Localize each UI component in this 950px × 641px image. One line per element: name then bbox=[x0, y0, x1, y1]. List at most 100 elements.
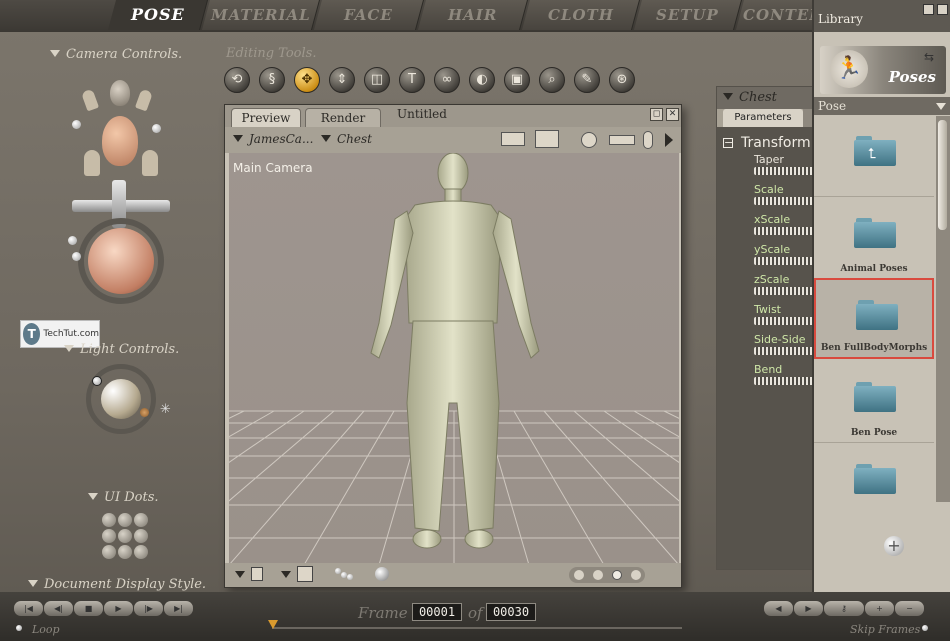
library-category-banner[interactable]: 🏃 ⇆ Poses bbox=[820, 46, 946, 94]
figure-select[interactable]: JamesCa... bbox=[233, 132, 313, 146]
library-folder-up[interactable]: ⮤ bbox=[814, 116, 934, 197]
3d-viewport[interactable]: Main Camera bbox=[229, 153, 679, 565]
library-folder-ben-fullbodymorphs[interactable]: Ben FullBodyMorphs bbox=[814, 278, 934, 359]
tab-setup[interactable]: SETUP bbox=[633, 0, 743, 30]
stop-icon[interactable]: ■ bbox=[74, 601, 103, 616]
style-dot[interactable] bbox=[592, 570, 603, 580]
rotate-icon[interactable]: ⟲ bbox=[224, 67, 250, 93]
translate-in-out-icon[interactable]: ⇕ bbox=[329, 67, 355, 93]
ui-dots-title[interactable]: UI Dots. bbox=[88, 490, 159, 505]
transform-group[interactable]: − Transform bbox=[723, 135, 811, 151]
grouping-icon[interactable]: ▣ bbox=[504, 67, 530, 93]
shading-dots-icon[interactable] bbox=[335, 568, 353, 580]
figure-model[interactable] bbox=[229, 153, 679, 565]
taper-icon[interactable]: T bbox=[399, 67, 425, 93]
swap-arrows-icon[interactable]: ⇆ bbox=[924, 50, 934, 64]
prev-key-icon[interactable]: ◀| bbox=[44, 601, 73, 616]
right-hand-camera-icon[interactable] bbox=[142, 150, 158, 176]
delete-keyframe-icon[interactable]: − bbox=[895, 601, 924, 616]
pan-icon[interactable] bbox=[609, 135, 635, 145]
playhead-icon[interactable] bbox=[268, 620, 278, 629]
param-taper[interactable]: Taper bbox=[754, 153, 817, 175]
scrollbar-thumb[interactable] bbox=[938, 120, 947, 230]
tab-parameters[interactable]: Parameters bbox=[723, 109, 803, 127]
loop-toggle-icon[interactable] bbox=[16, 625, 22, 631]
library-subcategory[interactable]: Pose bbox=[814, 97, 950, 115]
hand-icon[interactable] bbox=[134, 88, 154, 112]
document-style-icon[interactable] bbox=[251, 567, 263, 581]
add-light-icon[interactable]: ✳ bbox=[160, 402, 171, 417]
first-frame-icon[interactable]: |◀ bbox=[14, 601, 43, 616]
morph-brush-icon[interactable]: ✎ bbox=[574, 67, 600, 93]
prev-icon[interactable]: ◀ bbox=[764, 601, 793, 616]
library-folder-ben-pose[interactable]: Ben Pose bbox=[814, 362, 934, 443]
body-part-select[interactable]: Chest bbox=[321, 132, 372, 146]
left-hand-camera-icon[interactable] bbox=[84, 150, 100, 176]
style-dot[interactable] bbox=[573, 570, 584, 580]
key-icon[interactable]: ⚷ bbox=[824, 601, 864, 616]
tab-content[interactable]: CONTENT bbox=[735, 0, 812, 30]
display-style-arrow-icon[interactable] bbox=[235, 571, 245, 578]
ui-dot[interactable] bbox=[134, 545, 148, 559]
param-bend[interactable]: Bend bbox=[754, 363, 817, 385]
document-display-style-title[interactable]: Document Display Style. bbox=[28, 577, 206, 592]
timeline-track[interactable] bbox=[272, 627, 682, 629]
rotate-right-icon[interactable] bbox=[152, 124, 161, 133]
render-settings-icon[interactable] bbox=[501, 132, 525, 146]
face-camera-icon[interactable] bbox=[110, 80, 130, 106]
translate-icon[interactable]: ✥ bbox=[294, 67, 320, 93]
close-icon[interactable]: ✕ bbox=[666, 108, 679, 121]
param-yscale[interactable]: yScale bbox=[754, 243, 817, 265]
total-frames-field[interactable]: 00030 bbox=[486, 603, 536, 621]
param-side-side[interactable]: Side-Side bbox=[754, 333, 817, 355]
tab-pose[interactable]: POSE bbox=[107, 0, 209, 30]
color-icon[interactable]: ◐ bbox=[469, 67, 495, 93]
ui-dot[interactable] bbox=[118, 545, 132, 559]
param-xscale[interactable]: xScale bbox=[754, 213, 817, 235]
param-zscale[interactable]: zScale bbox=[754, 273, 817, 295]
orbit-icon[interactable] bbox=[581, 132, 597, 148]
current-frame-field[interactable]: 00001 bbox=[412, 603, 462, 621]
light-sphere-icon[interactable] bbox=[101, 379, 141, 419]
dot-icon[interactable] bbox=[72, 252, 81, 261]
zoom-icon[interactable] bbox=[643, 131, 653, 149]
parameters-header[interactable]: Chest bbox=[717, 87, 815, 109]
style-dot[interactable] bbox=[630, 570, 641, 580]
trackball-icon[interactable] bbox=[88, 228, 154, 294]
ui-dot[interactable] bbox=[134, 529, 148, 543]
tab-preview[interactable]: Preview bbox=[231, 108, 301, 127]
add-keyframe-icon[interactable]: + bbox=[865, 601, 894, 616]
ui-dot[interactable] bbox=[118, 513, 132, 527]
ui-dot[interactable] bbox=[102, 513, 116, 527]
light-handle-icon[interactable] bbox=[140, 408, 149, 417]
library-folder-animal-poses[interactable]: Animal Poses bbox=[814, 198, 934, 279]
last-frame-icon[interactable]: ▶| bbox=[164, 601, 193, 616]
ui-dot[interactable] bbox=[118, 529, 132, 543]
tab-render[interactable]: Render bbox=[305, 108, 381, 127]
skip-frames-toggle-icon[interactable] bbox=[922, 625, 928, 631]
dot-icon[interactable] bbox=[68, 236, 77, 245]
library-close-icon[interactable] bbox=[937, 4, 948, 15]
tab-cloth[interactable]: CLOTH bbox=[521, 0, 641, 30]
style-dot[interactable] bbox=[611, 570, 622, 580]
scale-icon[interactable]: ◫ bbox=[364, 67, 390, 93]
library-minimize-icon[interactable] bbox=[923, 4, 934, 15]
ui-dot[interactable] bbox=[102, 545, 116, 559]
element-style-arrow-icon[interactable] bbox=[281, 571, 291, 578]
tab-material[interactable]: MATERIAL bbox=[201, 0, 321, 30]
view-magnifier-icon[interactable]: ⌕ bbox=[539, 67, 565, 93]
head-camera-icon[interactable] bbox=[102, 116, 138, 166]
rotate-left-icon[interactable] bbox=[72, 120, 81, 129]
param-twist[interactable]: Twist bbox=[754, 303, 817, 325]
maximize-icon[interactable]: ◻ bbox=[650, 108, 663, 121]
camera-controls-title[interactable]: Camera Controls. bbox=[50, 47, 182, 62]
ui-dot[interactable] bbox=[134, 513, 148, 527]
add-to-library-icon[interactable]: + bbox=[884, 536, 904, 556]
ui-dot[interactable] bbox=[102, 529, 116, 543]
library-scrollbar[interactable] bbox=[936, 116, 950, 502]
twist-icon[interactable]: § bbox=[259, 67, 285, 93]
light-handle-icon[interactable] bbox=[92, 376, 102, 386]
next-key-icon[interactable]: |▶ bbox=[134, 601, 163, 616]
chain-break-icon[interactable]: ∞ bbox=[434, 67, 460, 93]
camera-select-icon[interactable] bbox=[535, 130, 559, 148]
